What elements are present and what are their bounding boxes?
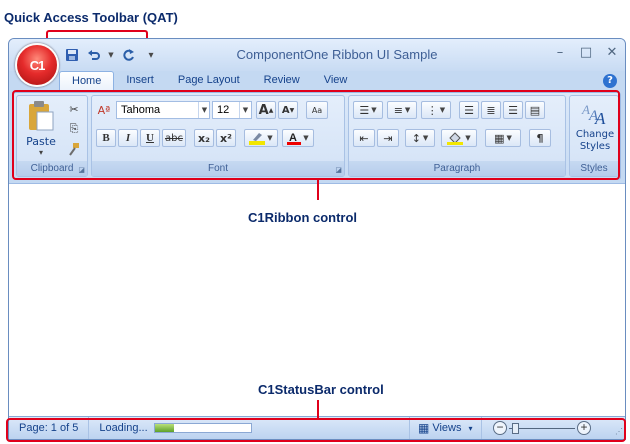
qat-customize-icon[interactable]: ▾ [147, 50, 155, 61]
title-bar: ComponentOne Ribbon UI Sample ▼ ▾ – □ ✕ [9, 39, 625, 71]
statusbar-callout: C1StatusBar control [258, 382, 384, 397]
window-controls: – □ ✕ [553, 45, 619, 60]
statusbar-callout-box [6, 418, 626, 442]
redo-icon[interactable] [119, 46, 137, 64]
application-button[interactable]: C1 [15, 43, 59, 87]
close-button[interactable]: ✕ [605, 45, 619, 60]
minimize-button[interactable]: – [553, 45, 567, 60]
help-icon[interactable]: ? [603, 74, 617, 88]
undo-dropdown-icon[interactable]: ▼ [107, 51, 115, 59]
ribbon-callout-box [12, 90, 620, 180]
quick-access-toolbar: ▼ ▾ [63, 45, 155, 65]
save-icon[interactable] [63, 46, 81, 64]
ribbon-callout-line [317, 180, 319, 200]
application-logo: C1 [29, 57, 46, 73]
statusbar-callout-line [317, 400, 319, 418]
undo-icon[interactable] [85, 46, 103, 64]
restore-button[interactable]: □ [579, 45, 593, 60]
ribbon-callout: C1Ribbon control [248, 210, 358, 225]
qat-callout: Quick Access Toolbar (QAT) [4, 10, 178, 25]
